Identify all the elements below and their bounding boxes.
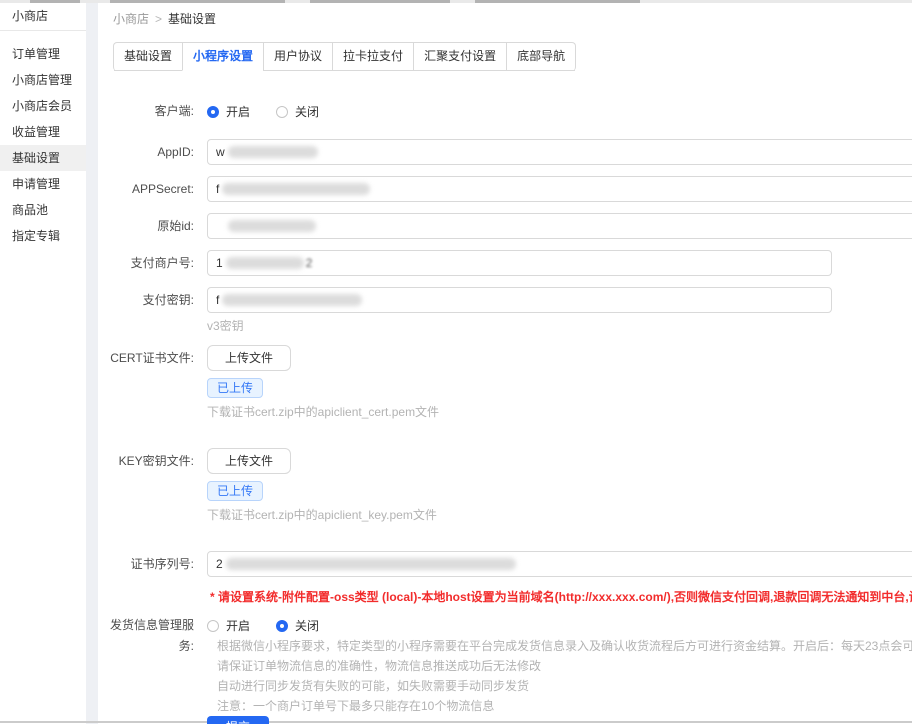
- shipping-radio-on-label: 开启: [226, 617, 250, 634]
- breadcrumb-current: 基础设置: [168, 12, 216, 26]
- sidebar-item-shop-members[interactable]: 小商店会员: [0, 93, 86, 119]
- appsecret-value-prefix: f: [216, 182, 219, 196]
- radio-dot-icon: [207, 620, 219, 632]
- breadcrumb-separator: >: [155, 12, 162, 26]
- sidebar-item-revenue-management[interactable]: 收益管理: [0, 119, 86, 145]
- shipping-note-line: 自动进行同步发货有失败的可能，如失败需要手动同步发货: [217, 676, 912, 696]
- appsecret-input[interactable]: f: [207, 176, 912, 202]
- tab-user-agreement[interactable]: 用户协议: [263, 43, 332, 71]
- merchant-no-value-prefix: 1: [216, 256, 223, 270]
- sidebar-content-divider: [86, 3, 98, 724]
- cert-upload-note: 下载证书cert.zip中的apiclient_cert.pem文件: [207, 405, 912, 419]
- cert-serial-value-prefix: 2: [216, 557, 223, 571]
- key-file-label: KEY密钥文件:: [98, 448, 204, 472]
- tab-lakala-pay[interactable]: 拉卡拉支付: [332, 43, 413, 71]
- cert-serial-label: 证书序列号:: [98, 551, 204, 575]
- sidebar: 小商店 订单管理 小商店管理 小商店会员 收益管理 基础设置 申请管理 商品池 …: [0, 3, 86, 724]
- sidebar-item-designated-albums[interactable]: 指定专辑: [0, 223, 86, 249]
- form-row-cert-serial: 证书序列号: 2 * 请设置系统-附件配置-oss类型 (local)-本地ho…: [98, 551, 912, 604]
- merchant-no-value-suffix: 2: [306, 256, 313, 270]
- form-row-original-id: 原始id:: [98, 213, 912, 239]
- tab-huiju-pay-settings[interactable]: 汇聚支付设置: [413, 43, 506, 71]
- form-row-key-file: KEY密钥文件: 上传文件 已上传 下载证书cert.zip中的apiclien…: [98, 448, 912, 551]
- key-upload-button[interactable]: 上传文件: [207, 448, 291, 474]
- redacted-value: [222, 294, 362, 306]
- redacted-value: [226, 558, 516, 570]
- appid-label: AppID:: [98, 139, 204, 163]
- form-row-merchant-no: 支付商户号: 1 2: [98, 250, 912, 276]
- radio-dot-icon: [276, 620, 288, 632]
- pay-key-hint: v3密钥: [207, 319, 912, 333]
- form-row-client: 客户端: 开启 关闭: [98, 101, 912, 122]
- sidebar-item-basic-settings[interactable]: 基础设置: [0, 145, 86, 171]
- merchant-no-input[interactable]: 1 2: [207, 250, 832, 276]
- shipping-notes: 根据微信小程序要求，特定类型的小程序需要在平台完成发货信息录入及确认收货流程后方…: [217, 636, 912, 716]
- appid-value-prefix: w: [216, 145, 225, 159]
- sidebar-title: 小商店: [0, 3, 86, 31]
- form-row-pay-key: 支付密钥: f v3密钥: [98, 287, 912, 345]
- cert-file-label: CERT证书文件:: [98, 345, 204, 369]
- pay-key-input[interactable]: f: [207, 287, 832, 313]
- appid-input[interactable]: w: [207, 139, 912, 165]
- sidebar-item-application-management[interactable]: 申请管理: [0, 171, 86, 197]
- redacted-value: [222, 183, 370, 195]
- submit-spacer: [98, 716, 204, 719]
- key-uploaded-tag[interactable]: 已上传: [207, 481, 263, 501]
- main-content: 小商店 > 基础设置 基础设置 小程序设置 用户协议 拉卡拉支付 汇聚支付设置 底部…: [98, 3, 912, 724]
- pay-key-value-prefix: f: [216, 293, 219, 307]
- cert-upload-button[interactable]: 上传文件: [207, 345, 291, 371]
- tab-basic-settings[interactable]: 基础设置: [114, 43, 182, 71]
- settings-tabs: 基础设置 小程序设置 用户协议 拉卡拉支付 汇聚支付设置 底部导航: [113, 42, 576, 71]
- shipping-note-line: 注意：一个商户订单号下最多只能存在10个物流信息: [217, 696, 912, 716]
- client-radio-on[interactable]: 开启: [207, 103, 250, 120]
- shipping-label: 发货信息管理服务:: [98, 615, 204, 657]
- shipping-radio-off-label: 关闭: [295, 617, 319, 634]
- client-label: 客户端:: [98, 101, 204, 122]
- pay-key-label: 支付密钥:: [98, 287, 204, 311]
- shipping-radio-off[interactable]: 关闭: [276, 617, 319, 634]
- app-window: 小商店 订单管理 小商店管理 小商店会员 收益管理 基础设置 申请管理 商品池 …: [0, 0, 912, 724]
- sidebar-item-product-pool[interactable]: 商品池: [0, 197, 86, 223]
- form-row-appid: AppID: w: [98, 139, 912, 165]
- shipping-radio-group: 开启 关闭: [207, 615, 912, 636]
- shipping-radio-on[interactable]: 开启: [207, 617, 250, 634]
- appsecret-label: APPSecret:: [98, 176, 204, 200]
- breadcrumb: 小商店 > 基础设置: [113, 10, 912, 27]
- oss-warning-text: * 请设置系统-附件配置-oss类型 (local)-本地host设置为当前域名…: [210, 590, 912, 604]
- form-row-appsecret: APPSecret: f: [98, 176, 912, 202]
- form-row-cert-file: CERT证书文件: 上传文件 已上传 下载证书cert.zip中的apiclie…: [98, 345, 912, 448]
- client-radio-off[interactable]: 关闭: [276, 103, 319, 120]
- cert-serial-input[interactable]: 2: [207, 551, 912, 577]
- clipped-bottom-edge: [0, 721, 912, 723]
- redacted-value: [226, 257, 304, 269]
- radio-dot-icon: [207, 106, 219, 118]
- redacted-value: [228, 220, 316, 232]
- client-radio-on-label: 开启: [226, 103, 250, 120]
- shipping-note-line: 请保证订单物流信息的准确性，物流信息推送成功后无法修改: [217, 656, 912, 676]
- merchant-no-label: 支付商户号:: [98, 250, 204, 274]
- form-row-shipping-info: 发货信息管理服务: 开启 关闭 根据微信小程序要求，特定类型的小程序需要: [98, 615, 912, 716]
- key-upload-note: 下载证书cert.zip中的apiclient_key.pem文件: [207, 508, 912, 522]
- sidebar-nav: 订单管理 小商店管理 小商店会员 收益管理 基础设置 申请管理 商品池 指定专辑: [0, 41, 86, 249]
- client-radio-group: 开启 关闭: [207, 101, 912, 122]
- original-id-input[interactable]: [207, 213, 912, 239]
- submit-button[interactable]: 提交: [207, 716, 269, 724]
- tab-footer-nav[interactable]: 底部导航: [506, 43, 575, 71]
- miniprogram-settings-form: 客户端: 开启 关闭 AppID: w: [98, 101, 912, 724]
- client-radio-off-label: 关闭: [295, 103, 319, 120]
- original-id-label: 原始id:: [98, 213, 204, 237]
- sidebar-item-shop-management[interactable]: 小商店管理: [0, 67, 86, 93]
- breadcrumb-root[interactable]: 小商店: [113, 12, 149, 26]
- cert-uploaded-tag[interactable]: 已上传: [207, 378, 263, 398]
- shipping-note-line: 根据微信小程序要求，特定类型的小程序需要在平台完成发货信息录入及确认收货流程后方…: [217, 636, 912, 656]
- radio-dot-icon: [276, 106, 288, 118]
- tab-miniprogram-settings[interactable]: 小程序设置: [182, 43, 263, 71]
- redacted-value: [228, 146, 318, 158]
- sidebar-item-order-management[interactable]: 订单管理: [0, 41, 86, 67]
